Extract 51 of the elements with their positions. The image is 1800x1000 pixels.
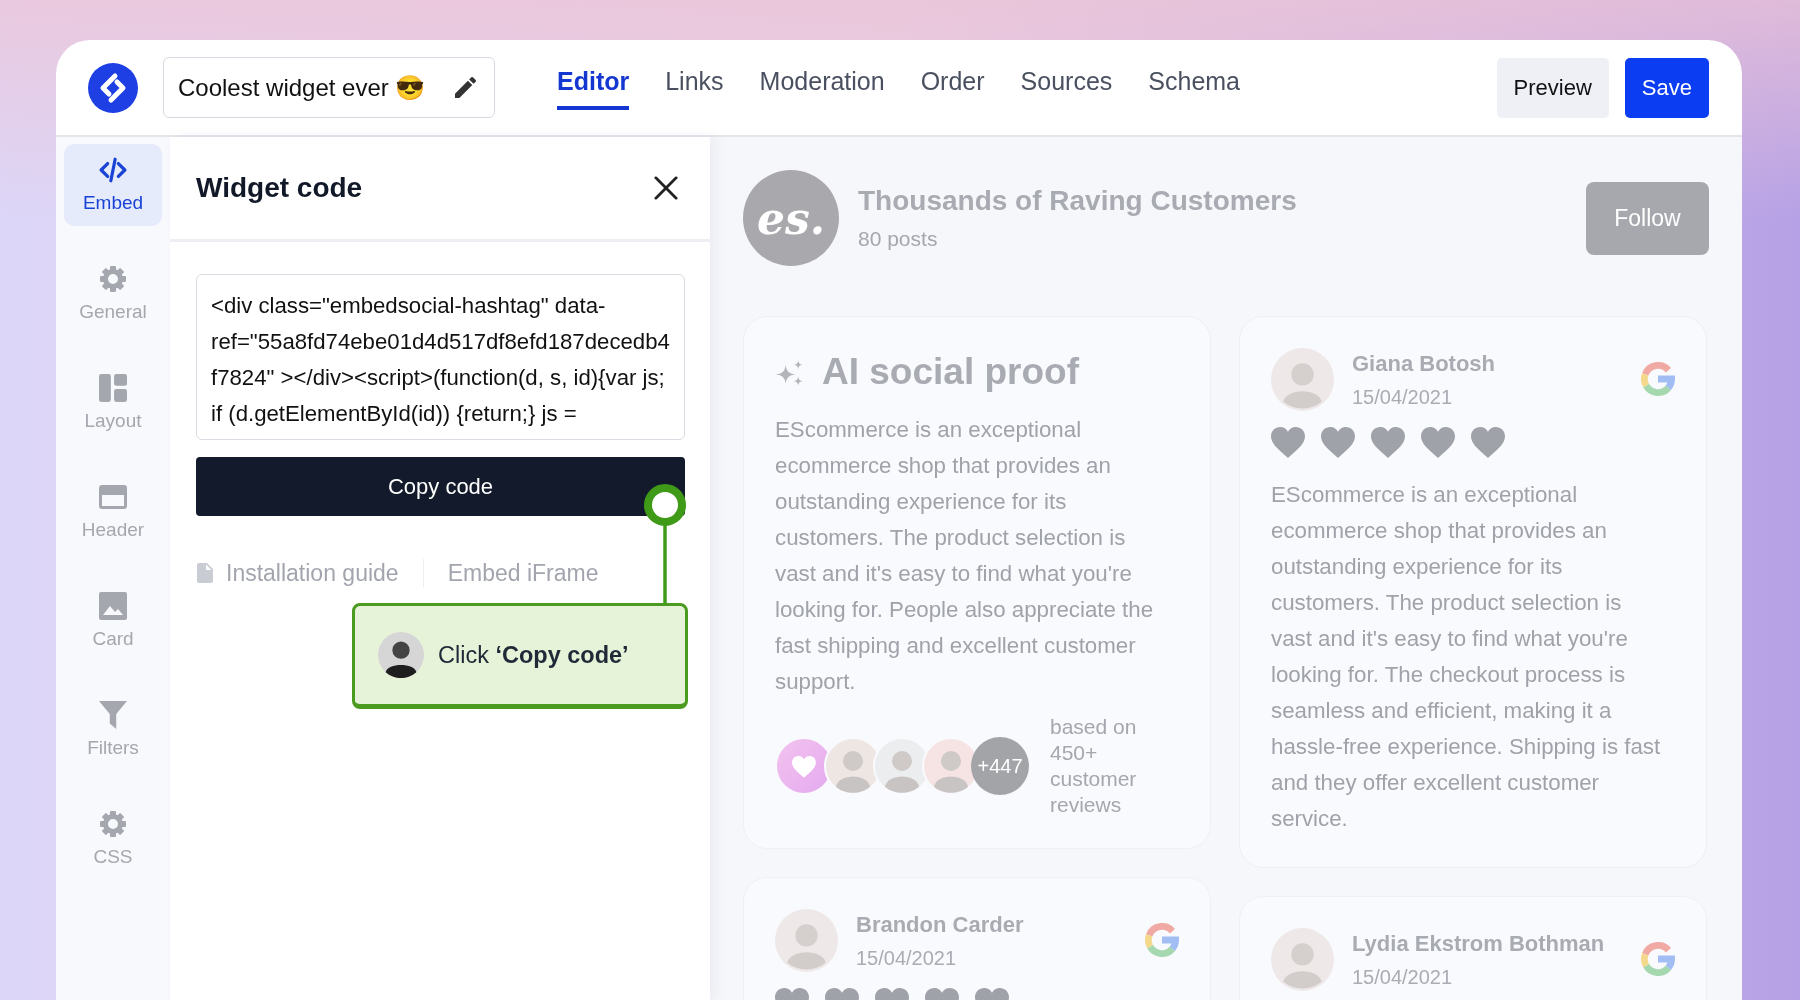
window-icon	[99, 483, 127, 511]
avatar-icon	[775, 909, 838, 972]
count-badge: +447	[971, 737, 1029, 795]
review-date: 15/04/2021	[1352, 385, 1454, 409]
g-logo-icon	[1641, 362, 1675, 396]
pencil-icon[interactable]	[455, 77, 476, 98]
review-summary: based on 450+ customer reviews	[1050, 714, 1138, 818]
document-icon	[197, 563, 213, 583]
avatar-icon	[1271, 928, 1334, 991]
title-field[interactable]: Coolest widget ever 😎	[163, 57, 495, 118]
save-button[interactable]: Save	[1624, 57, 1709, 118]
heart-icon	[1321, 427, 1355, 458]
review-date: 15/04/2021	[856, 946, 958, 970]
g-logo-icon	[1145, 923, 1179, 957]
feed-title: Thousands of Raving Customers	[858, 184, 1297, 218]
avatar-icon	[378, 632, 424, 678]
brand-logo: es.	[743, 170, 839, 266]
preview-button[interactable]: Preview	[1496, 57, 1609, 118]
card-text: EScommerce is an exceptional ecommerce shop that provides an outstanding experience for its customers. The product selection is vast and it's easy to find what you're looking for. People also appreciate the fast shipping and excellent customer support.	[775, 416, 1155, 696]
tab[interactable]: Links	[665, 65, 724, 110]
code-icon	[99, 156, 127, 184]
heart-icon	[1371, 427, 1405, 458]
review-date: 15/04/2021	[1352, 965, 1454, 989]
gear-icon	[99, 265, 127, 293]
tab[interactable]: Order	[920, 65, 985, 110]
panel-title: Widget code	[196, 172, 363, 204]
heart-icon	[1271, 427, 1305, 458]
review-text: EScommerce is an exceptional ecommerce shop that provides an outstanding experience for its customers. The product selection is vast and it's easy to find what you're looking for. The checkout process is seamless and efficient, making it a hassle-free experience. Shipping is fast and they offer excellent customer service.	[1271, 481, 1662, 833]
close-icon[interactable]	[654, 176, 678, 200]
gear-icon	[99, 810, 127, 838]
tab[interactable]: Schema	[1148, 65, 1240, 110]
tooltip-text: Click ‘Copy code’	[438, 641, 629, 669]
g-logo-icon	[1641, 942, 1675, 976]
layout-icon	[99, 374, 127, 402]
funnel-icon	[99, 701, 127, 729]
heart-icon	[1471, 427, 1505, 458]
tab[interactable]: Sources	[1020, 65, 1113, 110]
post-count: 80 posts	[858, 226, 939, 252]
image-icon	[99, 592, 127, 620]
heart-icon	[1421, 427, 1455, 458]
sidebar-item[interactable]: Embed	[64, 144, 162, 226]
avatar-icon	[1271, 348, 1334, 411]
reviewer-name: Brandon Carder	[856, 912, 1024, 938]
tab[interactable]: Editor	[557, 65, 630, 110]
code-field[interactable]: <div class="embedsocial-hashtag" data-ref="55a8fd74ebe01d4d517df8efd187decedb4f7824" ></div><script>(function(d, s, id){var js; if (d.getElementById(id)) {return;} js =	[196, 274, 685, 440]
tab[interactable]: Moderation	[759, 65, 885, 110]
reviewer-name: Lydia Ekstrom Bothman	[1352, 931, 1605, 957]
logo-icon	[88, 62, 138, 113]
card-title: AI social proof	[822, 351, 1079, 393]
reviewer-name: Giana Botosh	[1352, 351, 1495, 377]
copy-code-button[interactable]: Copy code	[196, 457, 685, 516]
